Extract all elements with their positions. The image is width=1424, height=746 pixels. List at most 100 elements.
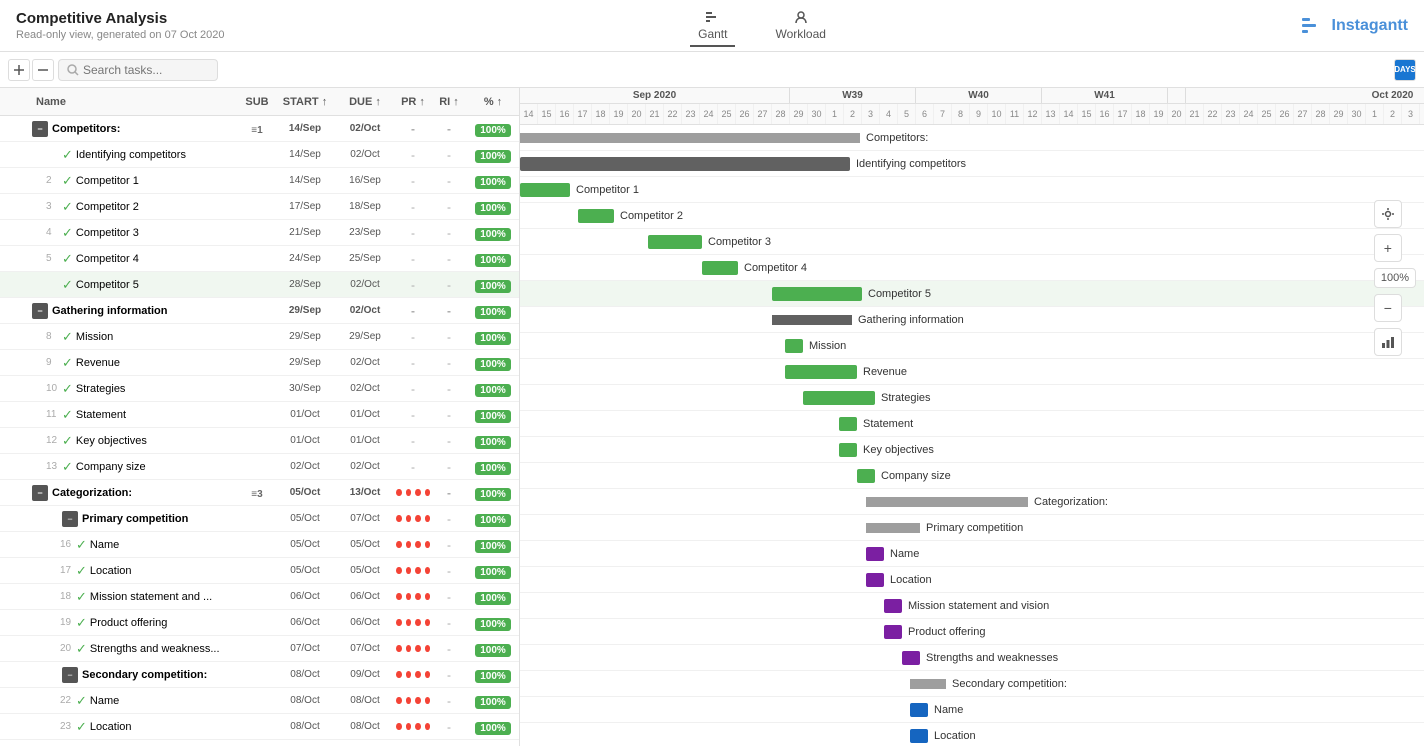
col-pr-header[interactable]: PR ↑ — [395, 96, 431, 108]
row-pr — [395, 723, 431, 730]
gantt-month: Oct 2020 — [1186, 88, 1424, 103]
plus-icon — [13, 64, 25, 76]
row-name: 18 ✓ Mission statement and ... — [32, 589, 239, 605]
gantt-day: 25 — [1258, 104, 1276, 124]
row-start: 08/Oct — [275, 721, 335, 732]
nav-gantt[interactable]: Gantt — [690, 5, 735, 47]
gantt-day: 15 — [1078, 104, 1096, 124]
gantt-day: 4 — [1420, 104, 1424, 124]
col-due-header[interactable]: DUE ↑ — [335, 96, 395, 108]
table-row[interactable]: 22 ✓ Name 08/Oct 08/Oct - 100% — [0, 688, 519, 714]
row-name: 4 ✓ Competitor 3 — [32, 225, 239, 241]
row-due: 23/Sep — [335, 227, 395, 238]
gantt-day: 17 — [574, 104, 592, 124]
gantt-day: 18 — [592, 104, 610, 124]
table-row[interactable]: 12 ✓ Key objectives 01/Oct 01/Oct - - 10… — [0, 428, 519, 454]
row-pr — [395, 619, 431, 626]
gantt-bar-label: Company size — [881, 470, 951, 482]
zoom-in-button[interactable]: + — [1374, 234, 1402, 262]
row-ri: - — [431, 642, 467, 656]
table-row[interactable]: 8 ✓ Mission 29/Sep 29/Sep - - 100% — [0, 324, 519, 350]
gantt-bar — [648, 235, 702, 249]
col-ri-header[interactable]: RI ↑ — [431, 96, 467, 108]
right-panel[interactable]: Sep 2020W39W40W41Oct 2020141516171819202… — [520, 88, 1424, 746]
table-row[interactable]: ✓ Identifying competitors 14/Sep 02/Oct … — [0, 142, 519, 168]
table-row[interactable]: 2 ✓ Competitor 1 14/Sep 16/Sep - - 100% — [0, 168, 519, 194]
chart-button[interactable] — [1374, 328, 1402, 356]
gantt-bar-label: Mission — [809, 340, 846, 352]
row-ri: - — [431, 252, 467, 266]
table-row[interactable]: 3 ✓ Competitor 2 17/Sep 18/Sep - - 100% — [0, 194, 519, 220]
gantt-bar — [520, 133, 860, 143]
table-row[interactable]: 23 ✓ Location 08/Oct 08/Oct - 100% — [0, 714, 519, 740]
table-row[interactable]: ✓ Competitor 5 28/Sep 02/Oct - - 100% — [0, 272, 519, 298]
table-row[interactable]: 24 ✓ Mission statement 09/Oct 09/Oct - 1… — [0, 740, 519, 746]
row-start: 01/Oct — [275, 435, 335, 446]
gantt-day: 22 — [664, 104, 682, 124]
add-task-button[interactable] — [8, 59, 30, 81]
row-due: 02/Oct — [335, 383, 395, 394]
col-start-header[interactable]: START ↑ — [275, 96, 335, 108]
gantt-bar — [866, 523, 920, 533]
col-sub-header[interactable]: SUB — [239, 96, 275, 108]
table-row[interactable]: 5 ✓ Competitor 4 24/Sep 25/Sep - - 100% — [0, 246, 519, 272]
zoom-out-button[interactable]: − — [1374, 294, 1402, 322]
table-row[interactable]: 19 ✓ Product offering 06/Oct 06/Oct - 10… — [0, 610, 519, 636]
table-row[interactable]: 16 ✓ Name 05/Oct 05/Oct - 100% — [0, 532, 519, 558]
row-due: 06/Oct — [335, 617, 395, 628]
row-ri: - — [431, 486, 467, 500]
row-pct: 100% — [467, 590, 519, 604]
row-pr — [395, 645, 431, 652]
table-row[interactable]: − Competitors: ≡1 14/Sep 02/Oct - - 100% — [0, 116, 519, 142]
row-ri: - — [431, 512, 467, 526]
gantt-day: 14 — [1060, 104, 1078, 124]
col-name-header[interactable]: Name — [32, 96, 239, 108]
table-row[interactable]: 4 ✓ Competitor 3 21/Sep 23/Sep - - 100% — [0, 220, 519, 246]
table-row[interactable]: 10 ✓ Strategies 30/Sep 02/Oct - - 100% — [0, 376, 519, 402]
table-row[interactable]: 17 ✓ Location 05/Oct 05/Oct - 100% — [0, 558, 519, 584]
search-input[interactable] — [83, 63, 203, 77]
gantt-bar-label: Secondary competition: — [952, 678, 1067, 690]
table-row[interactable]: − Primary competition 05/Oct 07/Oct - 10… — [0, 506, 519, 532]
main-container: Name SUB START ↑ DUE ↑ PR ↑ RI ↑ % ↑ − C… — [0, 88, 1424, 746]
gantt-bar-label: Competitor 5 — [868, 288, 931, 300]
gantt-day: 27 — [754, 104, 772, 124]
gantt-day: 8 — [952, 104, 970, 124]
row-name: − Competitors: — [32, 121, 239, 137]
gantt-day: 23 — [1222, 104, 1240, 124]
table-row[interactable]: 13 ✓ Company size 02/Oct 02/Oct - - 100% — [0, 454, 519, 480]
gantt-day: 20 — [628, 104, 646, 124]
row-due: 09/Oct — [335, 669, 395, 680]
gantt-row: Mission — [520, 333, 1424, 359]
gantt-days: 1415161718192021222324252627282930123456… — [520, 104, 1424, 124]
gantt-month: W39 — [790, 88, 916, 103]
toolbar-left — [8, 59, 218, 81]
table-row[interactable]: − Gathering information 29/Sep 02/Oct - … — [0, 298, 519, 324]
gantt-day: 1 — [1366, 104, 1384, 124]
gantt-day: 23 — [682, 104, 700, 124]
col-pct-header[interactable]: % ↑ — [467, 96, 519, 108]
row-start: 05/Oct — [275, 565, 335, 576]
gantt-row: Statement — [520, 411, 1424, 437]
row-pct: 100% — [467, 616, 519, 630]
row-due: 16/Sep — [335, 175, 395, 186]
row-start: 05/Oct — [275, 539, 335, 550]
table-row[interactable]: 9 ✓ Revenue 29/Sep 02/Oct - - 100% — [0, 350, 519, 376]
table-row[interactable]: 20 ✓ Strengths and weakness... 07/Oct 07… — [0, 636, 519, 662]
row-pr — [395, 489, 431, 496]
table-row[interactable]: 18 ✓ Mission statement and ... 06/Oct 06… — [0, 584, 519, 610]
table-row[interactable]: − Categorization: ≡3 05/Oct 13/Oct - 100… — [0, 480, 519, 506]
minus-button[interactable] — [32, 59, 54, 81]
table-row[interactable]: − Secondary competition: 08/Oct 09/Oct -… — [0, 662, 519, 688]
row-pct: 100% — [467, 434, 519, 448]
table-row[interactable]: 11 ✓ Statement 01/Oct 01/Oct - - 100% — [0, 402, 519, 428]
days-button[interactable]: DAYS — [1394, 59, 1416, 81]
nav-workload[interactable]: Workload — [767, 5, 833, 47]
nav-workload-label: Workload — [775, 27, 825, 41]
settings-button[interactable] — [1374, 200, 1402, 228]
row-ri: - — [431, 434, 467, 448]
gantt-bar-label: Location — [934, 730, 976, 742]
app-subtitle: Read-only view, generated on 07 Oct 2020 — [16, 29, 225, 41]
days-label: DAYS — [1394, 65, 1416, 74]
gantt-row: Competitor 2 — [520, 203, 1424, 229]
